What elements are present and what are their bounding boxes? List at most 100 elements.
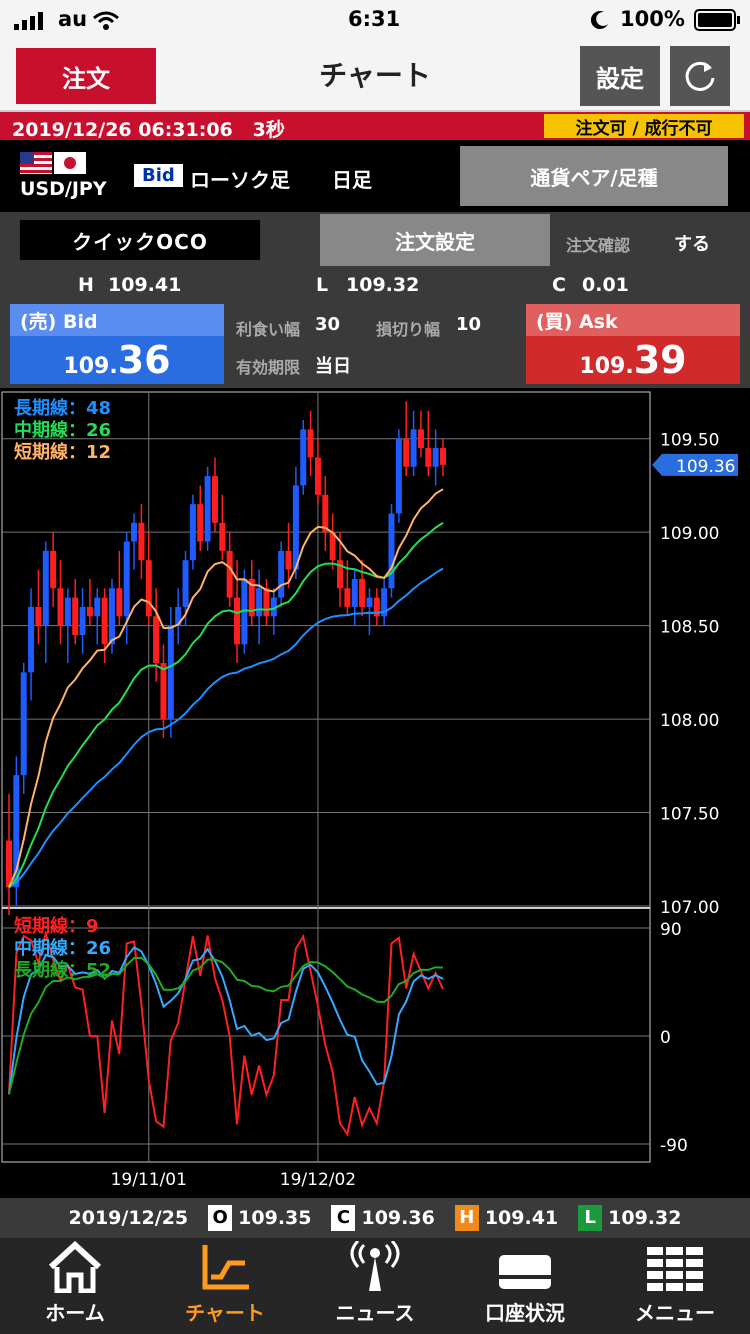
buy-price: 109. 39 [526, 336, 740, 384]
candle [395, 438, 402, 514]
nav-label: ニュース [335, 1301, 415, 1325]
order-confirm-toggle[interactable]: する [674, 230, 710, 256]
ohlc-high: H 109.41 [454, 1205, 558, 1231]
main-legend-label: 短期線：12 [14, 441, 111, 463]
expiry-label: 有効期限 [236, 358, 301, 377]
candle [440, 448, 446, 465]
candle [263, 588, 270, 617]
ohlc-date: 2019/12/25 [68, 1207, 189, 1229]
candle [410, 429, 417, 467]
nav-label: ホーム [45, 1301, 105, 1325]
candle [20, 672, 27, 776]
datetime-bar: 2019/12/26 06:31:06 3秒 注文可 / 成行不可 [0, 112, 750, 141]
candle [388, 513, 395, 589]
osc-legend-label: 長期線：52 [14, 959, 111, 981]
candle [417, 429, 424, 449]
update-interval: 3秒 [252, 119, 285, 141]
candle [138, 522, 145, 561]
stop-loss-label: 損切り幅 [376, 320, 441, 339]
osc-y-tick-label: -90 [660, 1136, 688, 1156]
account-icon [499, 1255, 551, 1289]
sell-bid-button[interactable]: (売) Bid 109. 36 [10, 304, 224, 384]
settings-button[interactable]: 設定 [580, 46, 660, 106]
change-label: C [552, 274, 566, 296]
sell-label: (売) Bid [10, 304, 224, 336]
candle [64, 597, 71, 626]
candle [35, 606, 42, 626]
ohlc-low: L 109.32 [578, 1205, 681, 1231]
candle [211, 476, 218, 523]
current-price-label: 109.36 [676, 457, 735, 477]
ohlc-close: C 109.36 [331, 1205, 435, 1231]
us-flag-icon [20, 152, 52, 174]
signal-icon [14, 12, 43, 30]
news-icon [350, 1241, 400, 1291]
datetime: 2019/12/26 06:31:06 3秒 [12, 119, 285, 141]
order-status-badge: 注文可 / 成行不可 [544, 114, 744, 139]
candle [256, 588, 263, 617]
candle [292, 485, 299, 570]
nav-chart[interactable]: チャート [150, 1238, 300, 1334]
chart-icon [202, 1245, 249, 1290]
high-label: H [78, 274, 94, 296]
candle [50, 550, 57, 589]
jp-flag-icon [54, 152, 86, 174]
clock: 6:31 [348, 7, 401, 31]
nav-account[interactable]: 口座状況 [450, 1238, 600, 1334]
order-panel: クイックOCO 注文設定 注文確認 する H 109.41 L 109.32 C… [0, 212, 750, 388]
buy-ask-button[interactable]: (買) Ask 109. 39 [526, 304, 740, 384]
osc-y-tick-label: 90 [660, 920, 682, 940]
y-tick-label: 108.50 [660, 618, 719, 638]
nav-home[interactable]: ホーム [0, 1238, 150, 1334]
nav-label: 口座状況 [485, 1301, 565, 1325]
candle [366, 597, 373, 607]
low-label: L [316, 274, 329, 296]
nav-news[interactable]: ニュース [300, 1238, 450, 1334]
refresh-button[interactable] [670, 46, 730, 106]
price-type-tag: Bid [134, 164, 183, 187]
stop-loss-value[interactable]: 10 [456, 314, 481, 335]
y-tick-label: 108.00 [660, 711, 719, 731]
price-chart[interactable]: 109.50 109.00 108.50 108.00 107.50 107.00 19/1… [0, 388, 750, 1198]
change-value: 0.01 [582, 274, 629, 296]
ohlc-bar: 2019/12/25 O 109.35 C 109.36 H 109.41 L 109.… [0, 1198, 750, 1238]
candle [72, 597, 79, 635]
carrier-label: au [58, 7, 88, 31]
chart-area[interactable]: 109.50 109.00 108.50 108.00 107.50 107.00 19/1… [0, 388, 750, 1198]
current-price-marker: 109.36 [652, 453, 738, 477]
candle [307, 429, 314, 458]
battery-percent: 100% [620, 7, 685, 31]
low-value: 109.32 [346, 274, 420, 296]
quick-oco-button[interactable]: クイックOCO [20, 220, 260, 260]
bottom-nav: ホーム チャート ニュース 口座状況 メニュー [0, 1238, 750, 1334]
order-settings-button[interactable]: 注文設定 [320, 214, 550, 266]
candle [189, 504, 196, 561]
candle [167, 625, 174, 720]
y-tick-label: 107.50 [660, 805, 719, 825]
candle [226, 550, 233, 598]
wifi-icon [93, 11, 119, 30]
candle [79, 606, 86, 635]
main-legend-label: 中期線：26 [14, 419, 111, 441]
candle [300, 429, 307, 486]
chart-period: 日足 [332, 168, 372, 192]
nav-label: チャート [185, 1301, 265, 1325]
take-profit-value[interactable]: 30 [315, 314, 340, 335]
candle [344, 588, 351, 607]
expiry-value[interactable]: 当日 [315, 352, 351, 378]
candle [101, 597, 108, 645]
pair-select-button[interactable]: 通貨ペア/足種 [460, 146, 728, 206]
sell-price: 109. 36 [10, 336, 224, 384]
candle [123, 541, 130, 617]
candle [359, 578, 366, 607]
candle [131, 522, 138, 542]
pair-row: USD/JPY Bid ローソク足 日足 通貨ペア/足種 [0, 140, 750, 212]
candle [204, 476, 211, 542]
x-tick-label: 19/11/01 [111, 1170, 187, 1190]
nav-menu[interactable]: メニュー [600, 1238, 750, 1334]
candle [108, 588, 115, 645]
candle [153, 616, 160, 664]
y-tick-label: 109.00 [660, 524, 719, 544]
candle [278, 550, 285, 598]
osc-legend-label: 短期線：9 [14, 915, 99, 937]
